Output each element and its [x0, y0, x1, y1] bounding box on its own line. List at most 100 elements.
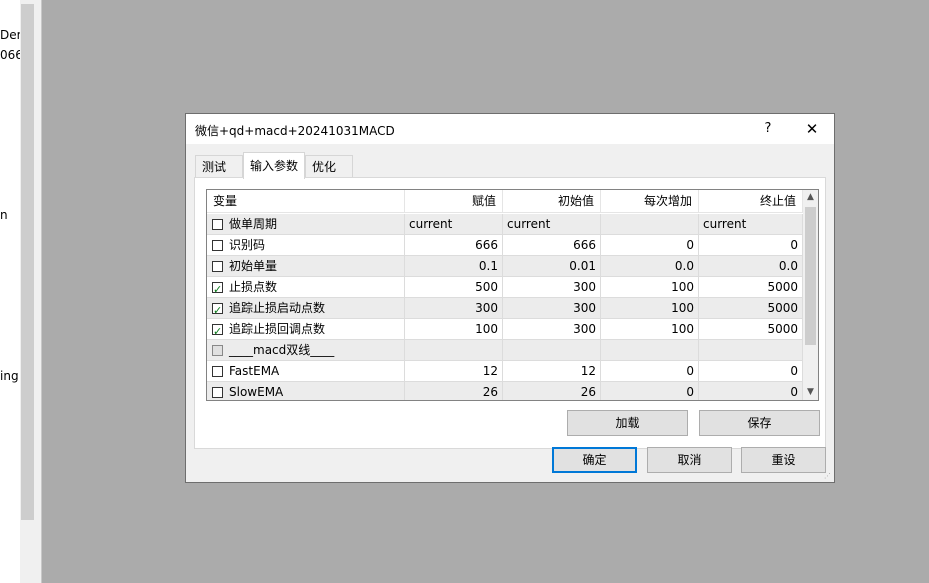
cell-step[interactable]: 0 — [601, 361, 699, 382]
cell-variable[interactable]: ____macd双线____ — [207, 340, 405, 361]
cell-value[interactable] — [405, 340, 503, 361]
cell-start[interactable]: 300 — [503, 319, 601, 340]
table-row[interactable]: 止损点数 5003001005000 — [207, 277, 803, 298]
table-row[interactable]: 做单周期 current current current — [207, 214, 803, 235]
row-checkbox[interactable] — [212, 279, 223, 297]
background-scrollbar-thumb[interactable] — [21, 4, 34, 520]
chevron-up-icon[interactable]: ▲ — [803, 190, 818, 205]
table-row[interactable]: 识别码 666 666 0 0 — [207, 235, 803, 256]
row-checkbox[interactable] — [212, 366, 223, 377]
cell-start[interactable]: 666 — [503, 235, 601, 256]
cell-step[interactable]: 100 — [601, 319, 699, 340]
background-window-panel: Dem 066: n ing — [0, 0, 20, 583]
variable-name: 做单周期 — [229, 217, 278, 231]
cell-step[interactable]: 0.0 — [601, 256, 699, 277]
reset-button[interactable]: 重设 — [741, 447, 826, 473]
cell-variable[interactable]: 追踪止损启动点数 — [207, 298, 405, 319]
cancel-button[interactable]: 取消 — [647, 447, 732, 473]
close-button[interactable]: ✕ — [798, 119, 826, 139]
variable-name: 止损点数 — [229, 280, 278, 294]
row-checkbox[interactable] — [212, 387, 223, 398]
cell-variable[interactable]: 识别码 — [207, 235, 405, 256]
inputs-panel: 变量 赋值 初始值 每次增加 终止值 做单周期 current current cur… — [194, 177, 826, 449]
cell-step[interactable]: 100 — [601, 298, 699, 319]
tab-inputs[interactable]: 输入参数 — [243, 152, 305, 179]
cell-start[interactable]: current — [503, 214, 601, 235]
cell-step[interactable] — [601, 214, 699, 235]
cell-variable[interactable]: 止损点数 — [207, 277, 405, 298]
cell-stop[interactable]: 5000 — [699, 277, 803, 298]
row-checkbox — [212, 345, 223, 356]
cell-step[interactable] — [601, 340, 699, 361]
cell-stop[interactable]: 5000 — [699, 298, 803, 319]
row-checkbox[interactable] — [212, 261, 223, 272]
background-text-4: ing — [0, 369, 19, 383]
cell-variable[interactable]: 追踪止损回调点数 — [207, 319, 405, 340]
help-button[interactable]: ? — [754, 119, 782, 139]
cell-value[interactable]: 0.1 — [405, 256, 503, 277]
table-row[interactable]: 追踪止损回调点数1003001005000 — [207, 319, 803, 340]
variable-name: 初始单量 — [229, 259, 278, 273]
cell-start[interactable]: 12 — [503, 361, 601, 382]
background-window-border — [35, 0, 42, 583]
cell-value[interactable]: 12 — [405, 361, 503, 382]
cell-stop[interactable]: 0 — [699, 361, 803, 382]
cell-step[interactable]: 0 — [601, 235, 699, 256]
cell-stop[interactable]: 5000 — [699, 319, 803, 340]
grid-vertical-scrollbar[interactable]: ▲ ▼ — [803, 190, 818, 400]
cell-stop[interactable]: 0.0 — [699, 256, 803, 277]
grid-scrollbar-thumb[interactable] — [805, 207, 816, 345]
cell-start[interactable] — [503, 340, 601, 361]
background-text-1: Dem — [0, 28, 20, 42]
cell-start[interactable]: 0.01 — [503, 256, 601, 277]
cell-variable[interactable]: FastEMA — [207, 361, 405, 382]
cell-value[interactable]: 26 — [405, 382, 503, 400]
row-checkbox[interactable] — [212, 321, 223, 339]
tab-optimization[interactable]: 优化 — [305, 155, 353, 178]
cell-value[interactable]: current — [405, 214, 503, 235]
cell-value[interactable]: 666 — [405, 235, 503, 256]
cell-step[interactable]: 0 — [601, 382, 699, 400]
row-checkbox[interactable] — [212, 300, 223, 318]
column-header-step[interactable]: 每次增加 — [601, 190, 699, 213]
dialog-titlebar[interactable]: 微信+qd+macd+20241031MACD ? ✕ — [186, 114, 834, 144]
load-button[interactable]: 加载 — [567, 410, 688, 436]
table-row[interactable]: ____macd双线____ — [207, 340, 803, 361]
tab-test[interactable]: 测试 — [195, 155, 243, 178]
cell-value[interactable]: 300 — [405, 298, 503, 319]
cell-stop[interactable]: 0 — [699, 382, 803, 400]
variable-name: 追踪止损回调点数 — [229, 322, 326, 336]
cell-value[interactable]: 100 — [405, 319, 503, 340]
cell-start[interactable]: 300 — [503, 277, 601, 298]
row-checkbox[interactable] — [212, 219, 223, 230]
cell-value[interactable]: 500 — [405, 277, 503, 298]
table-row[interactable]: 初始单量 0.1 0.01 0.0 0.0 — [207, 256, 803, 277]
table-row[interactable]: 追踪止损启动点数3003001005000 — [207, 298, 803, 319]
cell-variable[interactable]: 初始单量 — [207, 256, 405, 277]
row-checkbox[interactable] — [212, 240, 223, 251]
chevron-down-icon[interactable]: ▼ — [803, 385, 818, 400]
cell-start[interactable]: 26 — [503, 382, 601, 400]
table-row[interactable]: SlowEMA 26 26 0 0 — [207, 382, 803, 400]
cell-variable[interactable]: SlowEMA — [207, 382, 405, 400]
column-header-stop[interactable]: 终止值 — [699, 190, 803, 213]
dialog-title: 微信+qd+macd+20241031MACD — [195, 124, 395, 138]
cell-start[interactable]: 300 — [503, 298, 601, 319]
cell-variable[interactable]: 做单周期 — [207, 214, 405, 235]
cell-stop[interactable] — [699, 340, 803, 361]
variable-name: FastEMA — [229, 364, 280, 378]
table-row[interactable]: FastEMA 12 12 0 0 — [207, 361, 803, 382]
column-header-start[interactable]: 初始值 — [503, 190, 601, 213]
save-button[interactable]: 保存 — [699, 410, 820, 436]
variable-name: 识别码 — [229, 238, 266, 252]
parameters-grid: 变量 赋值 初始值 每次增加 终止值 做单周期 current current cur… — [206, 189, 819, 401]
grid-header: 变量 赋值 初始值 每次增加 终止值 — [207, 190, 803, 214]
ok-button[interactable]: 确定 — [552, 447, 637, 473]
cell-stop[interactable]: current — [699, 214, 803, 235]
cell-stop[interactable]: 0 — [699, 235, 803, 256]
column-header-variable[interactable]: 变量 — [207, 190, 405, 213]
cell-step[interactable]: 100 — [601, 277, 699, 298]
column-header-value[interactable]: 赋值 — [405, 190, 503, 213]
background-text-3: n — [0, 208, 8, 222]
resize-grip-icon[interactable]: ⋰ — [824, 472, 832, 480]
